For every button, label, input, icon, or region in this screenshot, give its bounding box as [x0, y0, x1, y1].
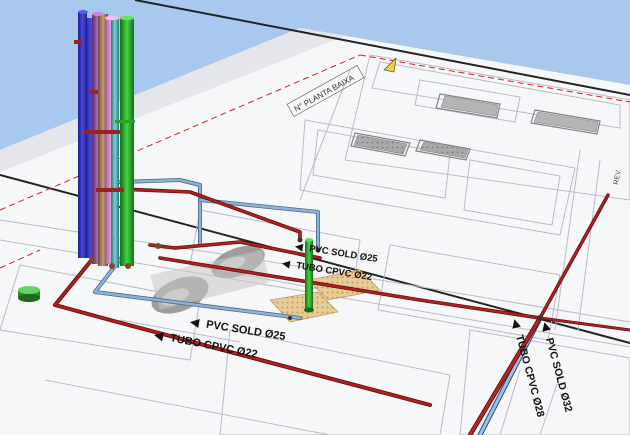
- 3d-viewport[interactable]: N° PLANTA BAIXA REV. ◀ PVC SOLD Ø25 ◀ TU…: [0, 0, 630, 435]
- riser-green[interactable]: [120, 18, 134, 266]
- riser-blue-front[interactable]: [78, 12, 87, 258]
- 3d-scene[interactable]: N° PLANTA BAIXA REV. ◀ PVC SOLD Ø25 ◀ TU…: [0, 0, 630, 435]
- floor-drain-cylinder: [18, 286, 40, 302]
- riser-teal[interactable]: [111, 20, 119, 268]
